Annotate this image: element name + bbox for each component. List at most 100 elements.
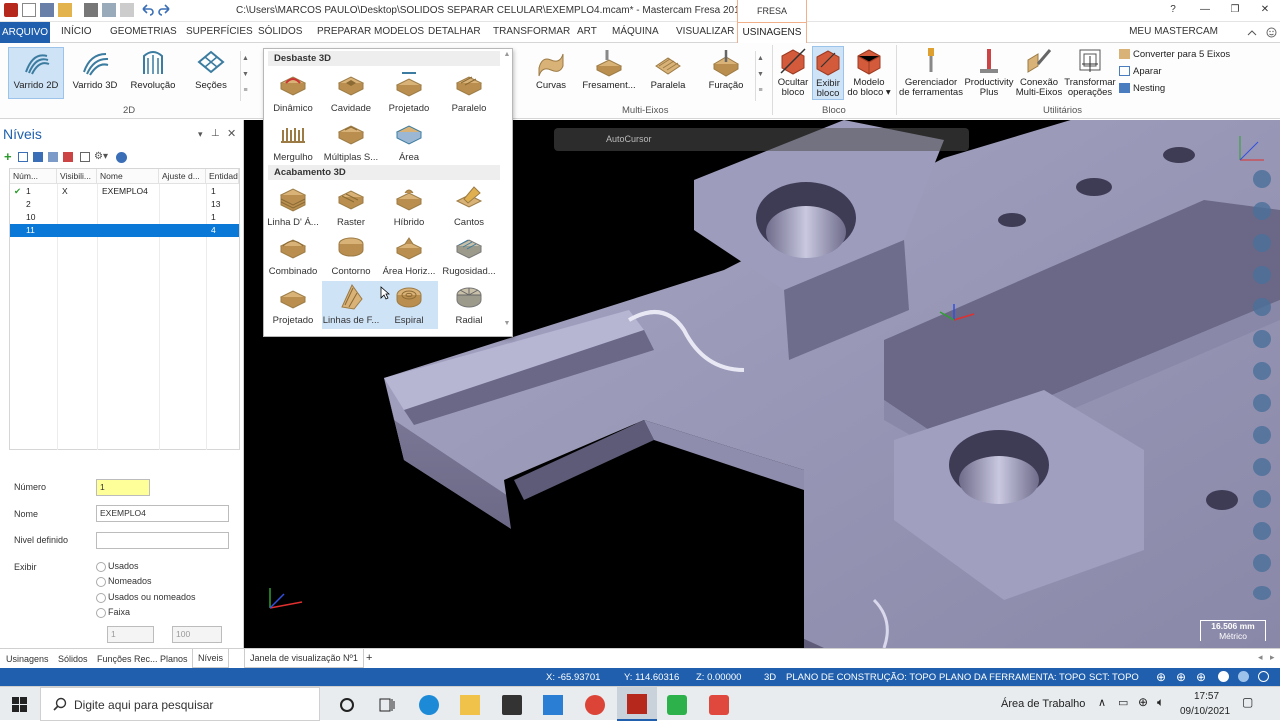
scroll-right-icon[interactable]: ▸ bbox=[1270, 652, 1275, 663]
pan-icon[interactable] bbox=[1253, 234, 1271, 252]
globe-icon-2[interactable]: ⊕ bbox=[1176, 670, 1186, 684]
globe-icon[interactable]: ⊕ bbox=[1156, 670, 1166, 684]
recorder-icon[interactable] bbox=[709, 695, 729, 715]
clock-date[interactable]: 09/10/2021 bbox=[1180, 706, 1230, 717]
secoes-button[interactable]: Seções bbox=[186, 48, 236, 91]
list-icon[interactable] bbox=[80, 152, 90, 162]
store-icon[interactable] bbox=[502, 695, 522, 715]
combinado-item[interactable]: Combinado bbox=[264, 232, 322, 280]
numero-field[interactable]: 1 bbox=[96, 479, 150, 496]
converter-5-eixos-button[interactable]: Converter para 5 Eixos bbox=[1119, 49, 1230, 60]
top-view-icon[interactable] bbox=[1253, 266, 1271, 284]
panel-dropdown-icon[interactable]: ▾ bbox=[198, 129, 203, 140]
cortana-icon[interactable] bbox=[337, 695, 357, 715]
tab-maquina[interactable]: MÁQUINA bbox=[612, 26, 659, 37]
measure-icon[interactable] bbox=[1253, 522, 1271, 540]
wireframe-icon[interactable] bbox=[1253, 394, 1271, 412]
radio-nomeados[interactable]: Nomeados bbox=[96, 576, 152, 587]
nesting-button[interactable]: Nesting bbox=[1119, 83, 1165, 94]
raster-item[interactable]: Raster bbox=[322, 183, 380, 231]
redo-icon[interactable] bbox=[158, 3, 172, 17]
desktop-toolbar-label[interactable]: Área de Trabalho bbox=[1001, 698, 1085, 710]
dropdown-scrollbar[interactable]: ▲ ▼ bbox=[502, 51, 512, 335]
tab-preparar-modelos[interactable]: PREPARAR MODELOS bbox=[317, 26, 424, 37]
tray-chevron-icon[interactable]: ∧ bbox=[1098, 696, 1106, 709]
table-row[interactable]: 2 13 bbox=[10, 198, 239, 211]
projetado-rough-item[interactable]: Projetado bbox=[380, 69, 438, 117]
rotate-icon[interactable] bbox=[1253, 202, 1271, 220]
tab-visualizar[interactable]: VISUALIZAR bbox=[676, 26, 734, 37]
section-view-icon[interactable] bbox=[1253, 554, 1271, 572]
varrido-3d-button[interactable]: Varrido 3D bbox=[68, 48, 122, 91]
clock-time[interactable]: 17:57 bbox=[1194, 691, 1219, 702]
tab-arquivo[interactable]: ARQUIVO bbox=[0, 22, 50, 43]
curvas-button[interactable]: Curvas bbox=[527, 48, 575, 91]
battery-icon[interactable]: ▭ bbox=[1118, 696, 1128, 709]
panel-close-icon[interactable]: ✕ bbox=[227, 127, 236, 140]
shading-icon[interactable] bbox=[1218, 671, 1229, 682]
cell-visibilidade[interactable] bbox=[58, 211, 97, 224]
productivity-plus-button[interactable]: Productivity Plus bbox=[964, 46, 1014, 98]
multiplas-superficies-item[interactable]: Múltiplas S... bbox=[322, 118, 380, 166]
modelo-bloco-button[interactable]: Modelo do bloco ▾ bbox=[846, 46, 892, 98]
volume-icon[interactable]: 🔈︎ bbox=[1157, 695, 1164, 710]
translucent-icon[interactable] bbox=[1238, 671, 1249, 682]
paralela-button[interactable]: Paralela bbox=[643, 48, 693, 91]
save-icon[interactable] bbox=[40, 3, 54, 17]
cut-icon[interactable] bbox=[120, 3, 134, 17]
help-circle-icon[interactable] bbox=[116, 152, 127, 163]
tab-art[interactable]: ART bbox=[577, 26, 597, 37]
radial-item[interactable]: Radial bbox=[440, 281, 498, 329]
tab-solidos[interactable]: SÓLIDOS bbox=[258, 26, 302, 37]
tab-transformar[interactable]: TRANSFORMAR bbox=[493, 26, 570, 37]
mail-icon[interactable] bbox=[543, 695, 563, 715]
linhas-de-fluxo-item[interactable]: Linhas de F... bbox=[322, 281, 380, 329]
settings-icon[interactable] bbox=[1253, 586, 1271, 600]
furacao-button[interactable]: Furação bbox=[702, 48, 750, 91]
gallery-scroll[interactable]: ▲ ▼ ≡ bbox=[755, 51, 765, 101]
mergulho-item[interactable]: Mergulho bbox=[264, 118, 322, 166]
gerenciador-ferramentas-button[interactable]: Gerenciador de ferramentas bbox=[898, 46, 964, 98]
col-visibilidade[interactable]: Visibili... bbox=[57, 169, 97, 184]
tab-solidos-panel[interactable]: Sólidos bbox=[58, 654, 88, 664]
cantos-item[interactable]: Cantos bbox=[440, 183, 498, 231]
open-folder-icon[interactable] bbox=[58, 3, 72, 17]
help-icon[interactable]: ? bbox=[1158, 2, 1188, 18]
tab-usinagens[interactable]: USINAGENS bbox=[737, 22, 807, 43]
col-ajuste[interactable]: Ajuste d... bbox=[159, 169, 206, 184]
range-from-field[interactable]: 1 bbox=[107, 626, 154, 643]
exibir-bloco-button[interactable]: Exibir bloco bbox=[812, 46, 844, 100]
tab-viewport[interactable]: Janela de visualização Nº1 bbox=[244, 649, 364, 668]
contorno-item[interactable]: Contorno bbox=[322, 232, 380, 280]
projetado-finish-item[interactable]: Projetado bbox=[264, 281, 322, 329]
ocultar-bloco-button[interactable]: Ocultar bloco bbox=[776, 46, 810, 98]
linha-dagua-item[interactable]: Linha D' Á... bbox=[264, 183, 322, 231]
zoom-icon[interactable] bbox=[1253, 170, 1271, 188]
wire-icon[interactable] bbox=[1258, 671, 1269, 682]
meu-mastercam-link[interactable]: MEU MASTERCAM bbox=[1129, 26, 1218, 37]
conexao-multieixos-button[interactable]: Conexão Multi-Eixos bbox=[1014, 46, 1064, 98]
cavidade-item[interactable]: Cavidade bbox=[322, 69, 380, 117]
close-button[interactable]: ✕ bbox=[1250, 2, 1280, 18]
scroll-left-icon[interactable]: ◂ bbox=[1258, 652, 1263, 663]
aparar-button[interactable]: Aparar bbox=[1119, 66, 1162, 77]
table-row-selected[interactable]: 11 4 bbox=[10, 224, 239, 237]
chrome-icon[interactable] bbox=[585, 695, 605, 715]
tab-planos[interactable]: Planos bbox=[160, 654, 188, 664]
table-row[interactable]: 10 1 bbox=[10, 211, 239, 224]
tab-superficies[interactable]: SUPERFÍCIES bbox=[186, 26, 253, 37]
wcs-plane[interactable]: SCT: TOPO bbox=[1089, 672, 1139, 683]
iso-view-icon[interactable] bbox=[1253, 362, 1271, 380]
fresamento-button[interactable]: Fresament... bbox=[582, 48, 636, 91]
gallery-scroll[interactable]: ▲ ▼ ≡ bbox=[240, 51, 250, 101]
smiley-icon[interactable] bbox=[1266, 27, 1277, 38]
radio-faixa[interactable]: Faixa bbox=[96, 607, 130, 618]
nome-field[interactable]: EXEMPLO4 bbox=[96, 505, 229, 522]
add-level-icon[interactable]: + bbox=[4, 149, 12, 164]
col-numero[interactable]: Núm... bbox=[10, 169, 57, 184]
nivel-definido-field[interactable] bbox=[96, 532, 229, 549]
minimize-button[interactable]: — bbox=[1190, 2, 1220, 18]
hide-icon[interactable] bbox=[1253, 490, 1271, 508]
transformar-operacoes-button[interactable]: Transformar operações bbox=[1064, 46, 1116, 98]
tab-funcoes-recentes[interactable]: Funções Rec... bbox=[97, 654, 158, 664]
